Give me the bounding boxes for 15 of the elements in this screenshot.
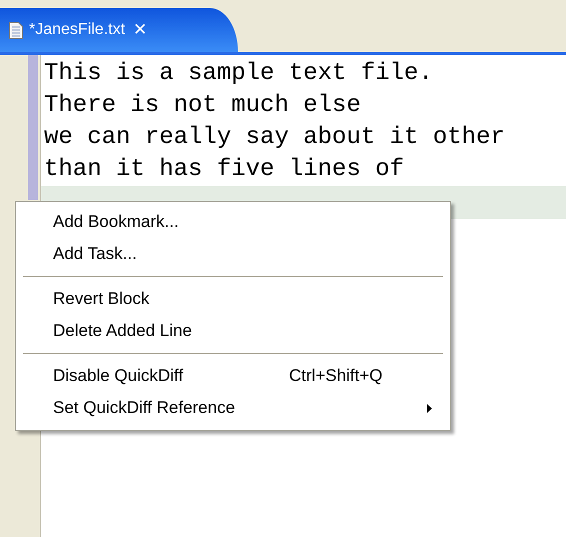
menu-item[interactable]: Add Bookmark... [16, 206, 450, 238]
code-line: This is a sample text file. [44, 59, 434, 89]
close-icon[interactable]: ✕ [133, 20, 148, 40]
code-line: than it has five lines of [44, 155, 406, 185]
menu-item[interactable]: Disable QuickDiff Ctrl+Shift+Q [16, 360, 450, 392]
shortcut-label: Ctrl+Shift+Q [289, 366, 384, 386]
code-line: we can really say about it other [44, 123, 506, 153]
menu-item[interactable]: Set QuickDiff Reference [16, 392, 450, 424]
file-icon [9, 22, 23, 38]
menu-item[interactable]: Add Task... [16, 238, 450, 270]
tab-title: *JanesFile.txt [29, 21, 126, 39]
code-line: There is not much else [44, 91, 362, 121]
editor-tab[interactable]: *JanesFile.txt ✕ [0, 8, 238, 52]
menu-item[interactable]: Revert Block [16, 283, 450, 315]
menu-item[interactable]: Delete Added Line [16, 315, 450, 347]
